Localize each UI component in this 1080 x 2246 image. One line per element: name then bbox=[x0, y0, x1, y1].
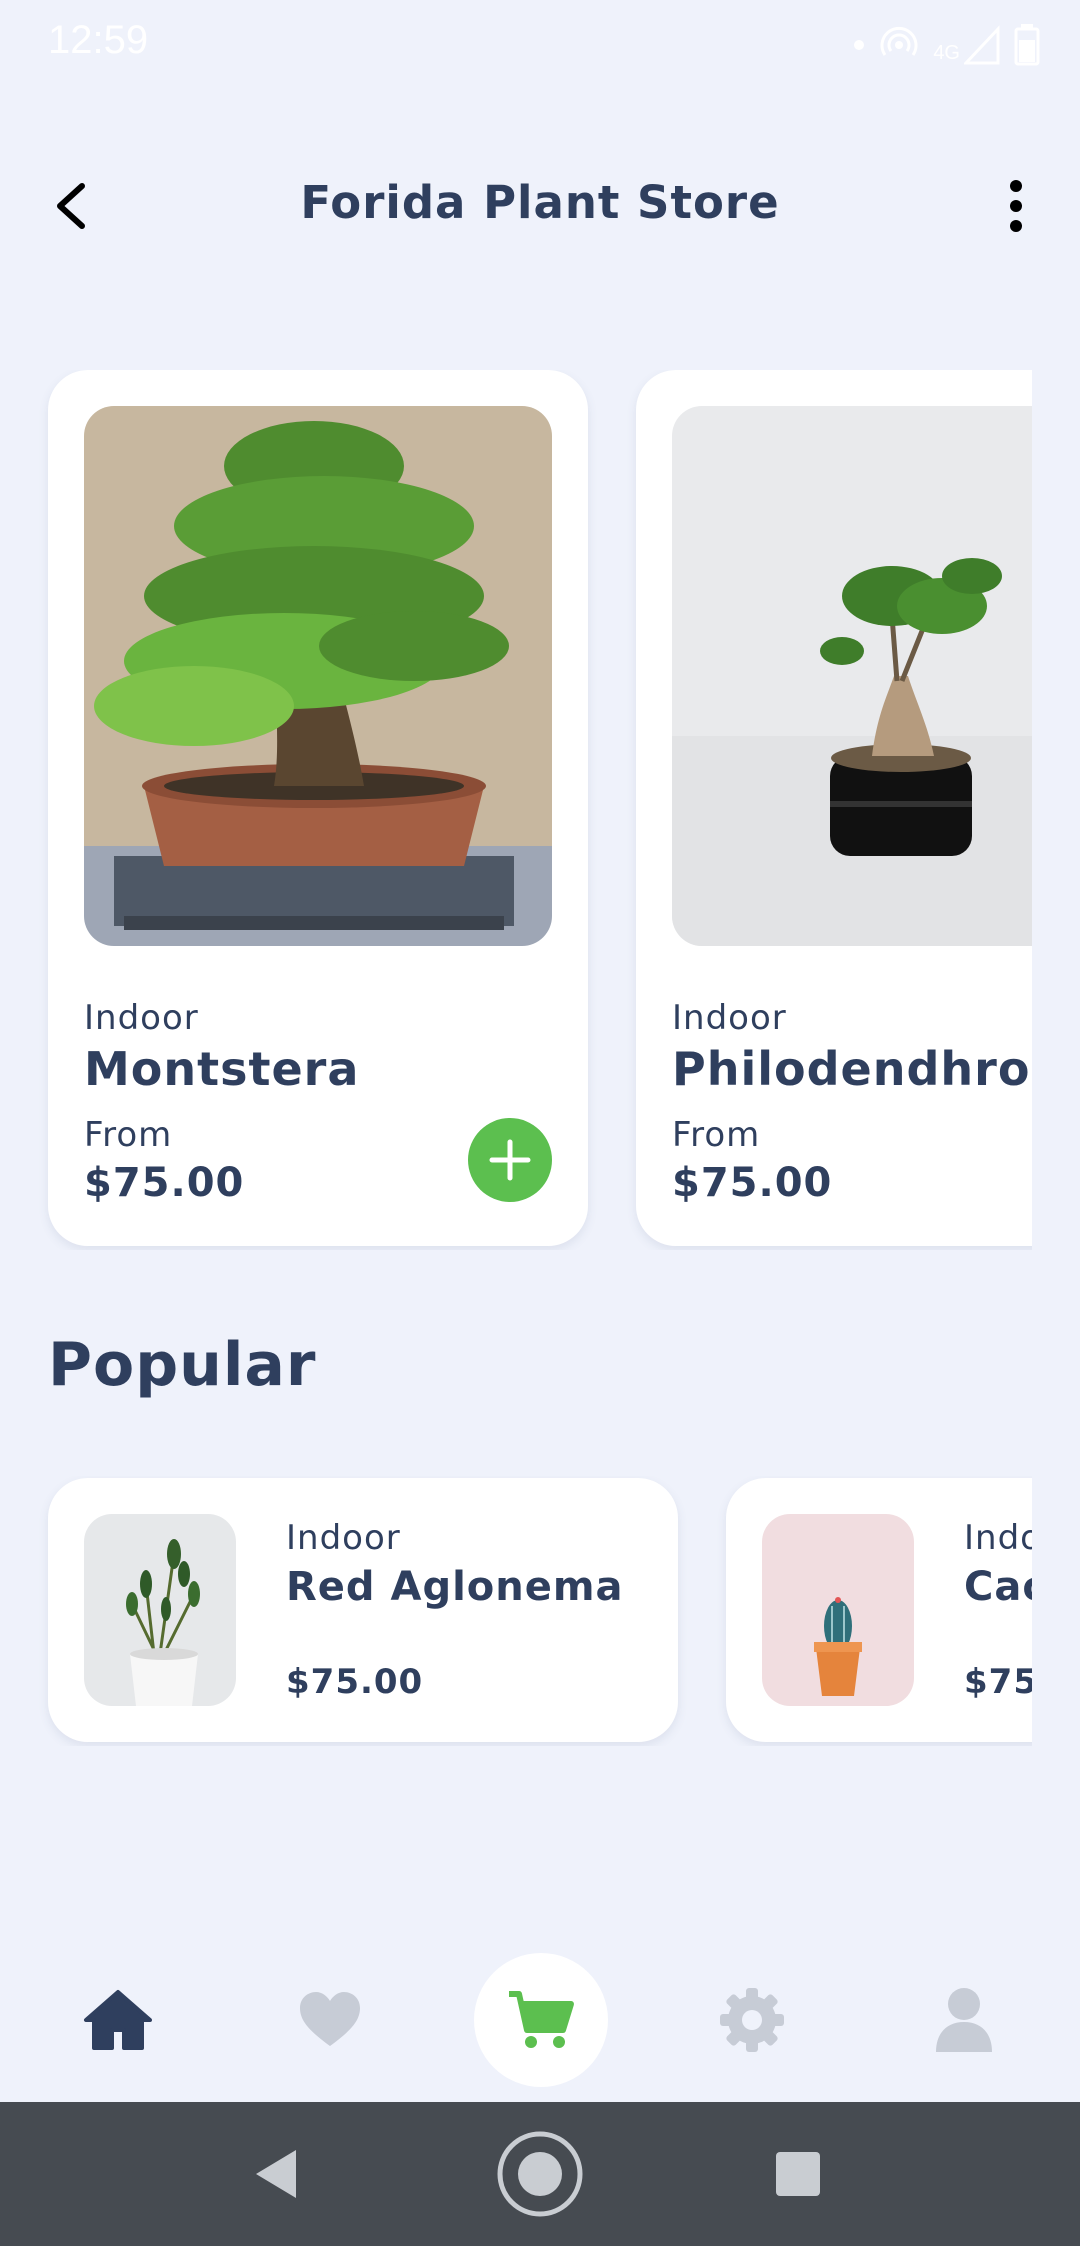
plant-category: Indoor bbox=[84, 998, 199, 1038]
nav-profile[interactable] bbox=[928, 1984, 1000, 2056]
plant-price: $75.00 bbox=[964, 1662, 1032, 1702]
plant-price: $75.00 bbox=[84, 1160, 245, 1206]
battery-icon bbox=[1014, 24, 1040, 66]
system-home-icon bbox=[497, 2131, 583, 2217]
plant-image bbox=[84, 1514, 236, 1706]
cactus-photo bbox=[762, 1514, 914, 1706]
nav-home[interactable] bbox=[82, 1984, 154, 2056]
add-to-cart-button[interactable] bbox=[468, 1118, 552, 1202]
more-options-button[interactable] bbox=[996, 176, 1036, 236]
system-navigation-bar bbox=[0, 2102, 1080, 2246]
popular-card[interactable]: Indoor Cactus $75.00 bbox=[726, 1478, 1032, 1742]
status-icons: 4G bbox=[853, 22, 1040, 68]
system-home-button[interactable] bbox=[494, 2128, 586, 2220]
plant-category: Indoor bbox=[286, 1518, 401, 1558]
plant-category: Indoor bbox=[672, 998, 787, 1038]
plant-category: Indoor bbox=[964, 1518, 1032, 1558]
status-time: 12:59 bbox=[48, 18, 149, 62]
status-bar: 12:59 4G bbox=[0, 0, 1080, 90]
plant-price: $75.00 bbox=[286, 1662, 424, 1702]
nav-favorites[interactable] bbox=[294, 1984, 366, 2056]
signal-icon bbox=[964, 25, 1000, 65]
price-from-label: From bbox=[672, 1115, 761, 1155]
system-back-button[interactable] bbox=[230, 2128, 322, 2220]
zz-plant-photo bbox=[84, 1514, 236, 1706]
home-icon bbox=[84, 1990, 152, 2050]
system-back-icon bbox=[256, 2150, 296, 2198]
cart-icon bbox=[509, 1991, 574, 2048]
plant-name: Red Aglonema bbox=[286, 1564, 624, 1610]
plant-image bbox=[84, 406, 552, 946]
heart-icon bbox=[300, 1992, 360, 2046]
featured-card[interactable]: Indoor Philodendhron From $75.00 bbox=[636, 370, 1032, 1246]
ginseng-bonsai-photo bbox=[672, 406, 1032, 946]
plant-name: Cactus bbox=[964, 1564, 1032, 1610]
plant-image bbox=[672, 406, 1032, 946]
page-title: Forida Plant Store bbox=[300, 176, 780, 229]
plant-price: $75.00 bbox=[672, 1160, 833, 1206]
top-app-bar: Forida Plant Store bbox=[0, 150, 1080, 262]
dot-icon bbox=[854, 40, 865, 50]
popular-carousel[interactable]: Indoor Red Aglonema $75.00 Indoor Cactus… bbox=[0, 1476, 1032, 1746]
nav-settings[interactable] bbox=[716, 1984, 788, 2056]
bonsai-tree-photo bbox=[84, 406, 552, 946]
bottom-navigation bbox=[0, 1940, 1080, 2100]
popular-section-title: Popular bbox=[48, 1330, 317, 1400]
hotspot-icon bbox=[880, 26, 918, 56]
price-from-label: From bbox=[84, 1115, 173, 1155]
plant-image bbox=[762, 1514, 914, 1706]
nav-cart[interactable] bbox=[474, 1953, 608, 2087]
more-vert-icon bbox=[1010, 180, 1022, 232]
system-recents-button[interactable] bbox=[752, 2128, 844, 2220]
gear-icon bbox=[720, 1988, 784, 2052]
system-recents-icon bbox=[776, 2152, 820, 2196]
featured-card[interactable]: Indoor Montstera From $75.00 bbox=[48, 370, 588, 1246]
popular-card[interactable]: Indoor Red Aglonema $75.00 bbox=[48, 1478, 678, 1742]
network-label: 4G bbox=[933, 41, 960, 64]
person-icon bbox=[936, 1988, 992, 2052]
plus-icon bbox=[489, 1139, 531, 1181]
plant-name: Montstera bbox=[84, 1042, 360, 1096]
featured-carousel[interactable]: Indoor Montstera From $75.00 Indoor Phil… bbox=[0, 370, 1032, 1250]
plant-name: Philodendhron bbox=[672, 1042, 1032, 1096]
